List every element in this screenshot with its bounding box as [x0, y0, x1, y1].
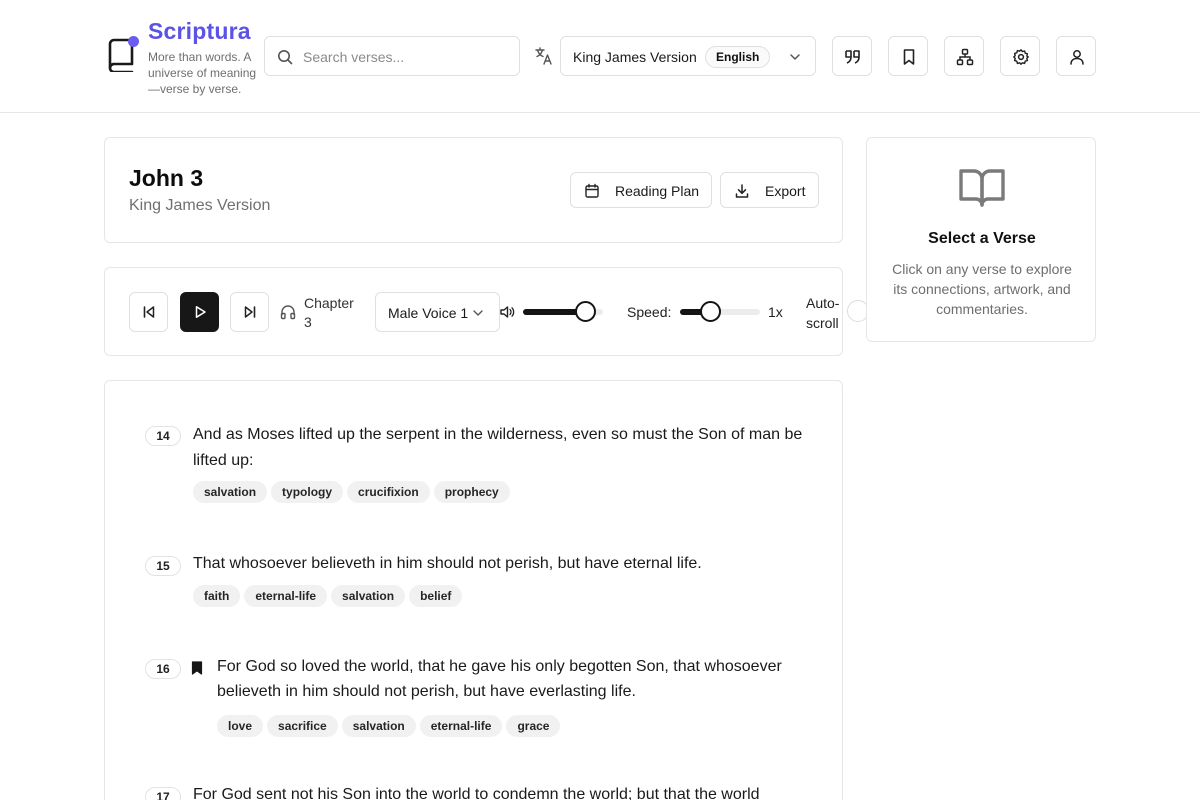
speed-slider-thumb[interactable] — [700, 301, 722, 322]
voice-select[interactable]: Male Voice 1 — [375, 292, 500, 332]
verse-tag[interactable]: grace — [506, 715, 561, 737]
speed-value: 1x — [768, 304, 783, 320]
user-icon — [1070, 50, 1084, 65]
bookmarked-icon[interactable] — [191, 661, 203, 675]
bookmark-icon — [903, 49, 915, 65]
verse-tag[interactable]: typology — [271, 481, 344, 503]
verse-tag[interactable]: love — [217, 715, 264, 737]
verse-text: And as Moses lifted up the serpent in th… — [193, 426, 803, 469]
verse-number: 15 — [145, 556, 181, 576]
skip-back-icon — [143, 306, 155, 318]
profile-button[interactable] — [1056, 36, 1096, 76]
reading-plan-button[interactable]: Reading Plan — [570, 172, 712, 208]
logo-accent-dot — [128, 36, 139, 47]
now-playing-chapter: Chapter 3 — [304, 295, 354, 330]
quotes-button[interactable] — [832, 36, 872, 76]
reading-plan-label: Reading Plan — [615, 183, 700, 199]
headphones-icon — [280, 305, 296, 320]
volume-slider[interactable] — [523, 301, 603, 322]
verse-number: 14 — [145, 426, 181, 446]
verse-tags: faith eternal-life salvation belief — [193, 585, 466, 607]
calendar-icon — [585, 183, 599, 198]
volume-icon — [500, 306, 515, 318]
search-icon — [278, 50, 293, 65]
verse-number: 16 — [145, 659, 181, 679]
previous-button[interactable] — [129, 292, 168, 332]
logo[interactable]: Scriptura More than words. A universe of… — [104, 18, 264, 98]
autoscroll-label: Auto-scroll — [806, 295, 840, 331]
verse-number: 17 — [145, 787, 181, 800]
search-box — [264, 36, 520, 76]
verse-tag[interactable]: salvation — [193, 481, 268, 503]
verses-list: 14 And as Moses lifted up the serpent in… — [104, 380, 843, 800]
gear-icon — [1013, 49, 1029, 65]
speed-slider[interactable] — [680, 301, 760, 322]
chapter-version: King James Version — [129, 197, 271, 214]
chapter-header-card: John 3 King James Version Reading Plan E… — [104, 137, 843, 243]
verse-tag[interactable]: salvation — [331, 585, 406, 607]
skip-forward-icon — [244, 306, 256, 318]
settings-button[interactable] — [1000, 36, 1040, 76]
play-icon — [195, 306, 206, 318]
voice-value: Male Voice 1 — [388, 305, 469, 321]
chevron-down-icon — [473, 310, 483, 316]
verse-tags: love sacrifice salvation eternal-life grace — [217, 715, 564, 737]
brand-name: Scriptura — [148, 18, 251, 44]
verse-details-panel: Select a Verse Click on any verse to exp… — [866, 137, 1096, 342]
search-input[interactable] — [303, 46, 508, 68]
app-header: Scriptura More than words. A universe of… — [0, 0, 1200, 113]
verse-tag[interactable]: belief — [409, 585, 463, 607]
chevron-down-icon — [790, 54, 800, 60]
verse-tag[interactable]: eternal-life — [419, 715, 503, 737]
speed-label: Speed: — [627, 304, 672, 320]
quote-icon — [845, 50, 860, 64]
export-button[interactable]: Export — [720, 172, 819, 208]
bookmarks-button[interactable] — [888, 36, 928, 76]
network-icon — [956, 48, 974, 66]
play-button[interactable] — [180, 292, 219, 332]
verse-tag[interactable]: faith — [193, 585, 241, 607]
volume-slider-thumb[interactable] — [575, 301, 597, 322]
translate-icon — [535, 47, 552, 65]
verse-text: For God so loved the world, that he gave… — [217, 658, 782, 700]
verse-text: For God sent not his Son into the world … — [193, 786, 760, 800]
version-select[interactable]: King James Version English — [560, 36, 816, 76]
version-name: King James Version — [573, 49, 697, 65]
download-icon — [735, 184, 749, 198]
panel-title: Select a Verse — [928, 230, 1036, 247]
chapter-title: John 3 — [129, 165, 204, 191]
verse-tags: salvation typology crucifixion prophecy — [193, 481, 514, 503]
panel-description: Click on any verse to explore its connec… — [892, 261, 1072, 317]
verse-text: That whosoever believeth in him should n… — [193, 555, 702, 572]
audio-player: Chapter 3 Male Voice 1 Speed: 1x Auto-sc… — [104, 267, 869, 356]
next-button[interactable] — [230, 292, 269, 332]
verse-tag[interactable]: sacrifice — [267, 715, 338, 737]
verse-tag[interactable]: eternal-life — [244, 585, 328, 607]
connections-button[interactable] — [944, 36, 984, 76]
language-badge: English — [705, 46, 771, 68]
brand-tagline: More than words. A universe of meaning—v… — [148, 50, 257, 96]
verse-tag[interactable]: prophecy — [433, 481, 510, 503]
verse-tag[interactable]: crucifixion — [347, 481, 430, 503]
open-book-icon — [959, 169, 1005, 207]
verse-tag[interactable]: salvation — [341, 715, 416, 737]
export-label: Export — [765, 183, 806, 199]
